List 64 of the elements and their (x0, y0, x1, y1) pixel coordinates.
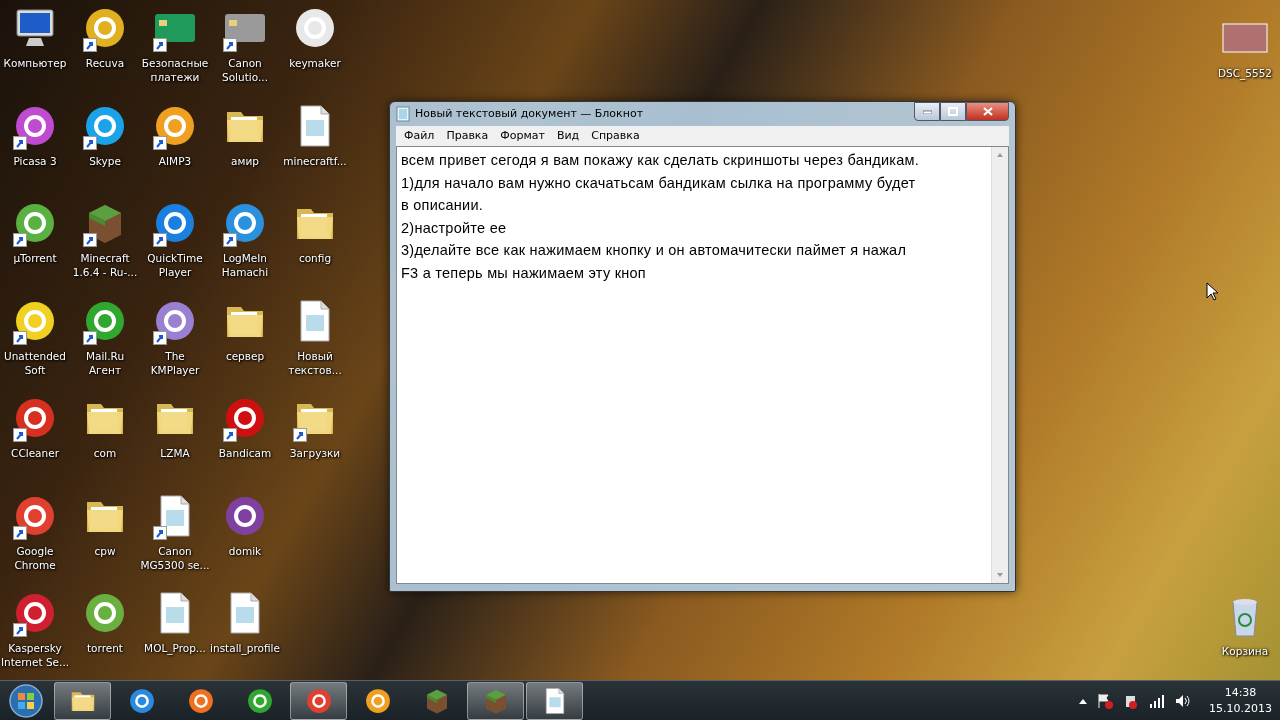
clock[interactable]: 14:38 15.10.2013 (1201, 684, 1272, 717)
icon-label[interactable]: LZMA (160, 446, 190, 460)
windows-orb-icon (8, 682, 44, 719)
icon-label[interactable]: µTorrent (13, 251, 57, 265)
icon-label[interactable]: Picasa 3 (13, 153, 57, 168)
menu-item[interactable]: Файл (398, 127, 441, 145)
maximize-icon (948, 107, 958, 116)
icon-label[interactable]: The KMPlayer (140, 348, 210, 377)
icon-label[interactable]: AIMP3 (158, 153, 192, 168)
text-line: всем привет сегодя я вам покажу как сделать скриншоты через бандикам. (401, 151, 921, 170)
icon-label[interactable]: Kaspersky Internet Se... (0, 641, 70, 669)
flag-icon[interactable] (1097, 692, 1113, 709)
icon-label[interactable]: Безопасные платежи (140, 56, 210, 84)
icon-label[interactable]: Bandicam (218, 446, 272, 460)
icon-label[interactable]: Новый текстов... (280, 348, 350, 377)
icon-label[interactable]: Canon Solutio... (210, 56, 280, 84)
menu-item[interactable]: Правка (440, 127, 495, 145)
menu-item[interactable]: Формат (494, 127, 551, 145)
icon-label[interactable]: install_profile (210, 641, 280, 655)
minimize-button[interactable] (914, 102, 940, 121)
icon-label[interactable]: Unattended Soft (0, 348, 70, 377)
icon-label[interactable]: QuickTime Player (140, 251, 210, 279)
icon-label[interactable]: Skype (89, 153, 121, 168)
close-icon (982, 107, 993, 116)
icon-label[interactable]: minecraftf... (283, 153, 347, 168)
text-line: 3)делайте все как нажимаем кнопку и он автомачитески паймет я нажал (401, 241, 908, 261)
text-line: 1)для начало вам нужно скачатьсам бандикам сылка на программу будет (401, 173, 917, 193)
close-button[interactable] (966, 102, 1009, 121)
icon-label[interactable]: Minecraft 1.6.4 - Ru-... (70, 251, 140, 279)
signal-icon[interactable] (1149, 693, 1165, 708)
text-line: 2)настройте ее (401, 218, 508, 238)
icon-label[interactable]: torrent (87, 641, 123, 655)
mouse-pointer-icon (1206, 282, 1218, 301)
taskbar-button[interactable] (290, 681, 347, 720)
minimize-icon (922, 109, 932, 114)
icon-label[interactable]: MOL_Prop... (144, 641, 206, 655)
show-hidden-icons-arrow-icon[interactable] (1079, 697, 1087, 704)
icon-label[interactable]: Canon MG5300 se... (140, 543, 210, 572)
icon-label[interactable]: сервер (225, 348, 265, 363)
menu-item[interactable]: Вид (550, 127, 586, 145)
clock-date: 15.10.2013 (1209, 700, 1272, 717)
icon-label[interactable]: амир (231, 153, 259, 168)
icon-label[interactable]: LogMeIn Hamachi (210, 251, 280, 279)
taskbar-button[interactable] (526, 681, 583, 720)
icon-label[interactable]: CCleaner (11, 446, 59, 460)
icon-label[interactable]: Загрузки (289, 446, 341, 460)
icon-label[interactable]: DSC_5552 (1217, 66, 1273, 80)
icon-label[interactable]: keymaker (289, 56, 341, 70)
clock-time: 14:38 (1223, 684, 1258, 701)
icon-label[interactable]: Mail.Ru Агент (70, 348, 140, 377)
maximize-button[interactable] (940, 102, 966, 121)
notepad-icon (396, 106, 410, 122)
icon-label[interactable]: domik (228, 543, 262, 558)
taskbar-button[interactable] (54, 681, 111, 720)
text-line: в описании. (401, 196, 485, 216)
window-title: Новый текстовый документ — Блокнот (415, 105, 644, 122)
icon-label[interactable]: Recuva (85, 56, 125, 70)
icon-label[interactable]: config (298, 251, 332, 265)
icon-label[interactable]: Компьютер (3, 56, 67, 70)
icon-label[interactable]: com (93, 446, 117, 460)
menu-item[interactable]: Справка (585, 127, 646, 145)
icon-label[interactable]: Google Chrome (0, 543, 70, 572)
icon-label[interactable]: cpw (94, 543, 116, 558)
text-line: F3 а теперь мы нажимаем эту кноп (401, 263, 647, 283)
